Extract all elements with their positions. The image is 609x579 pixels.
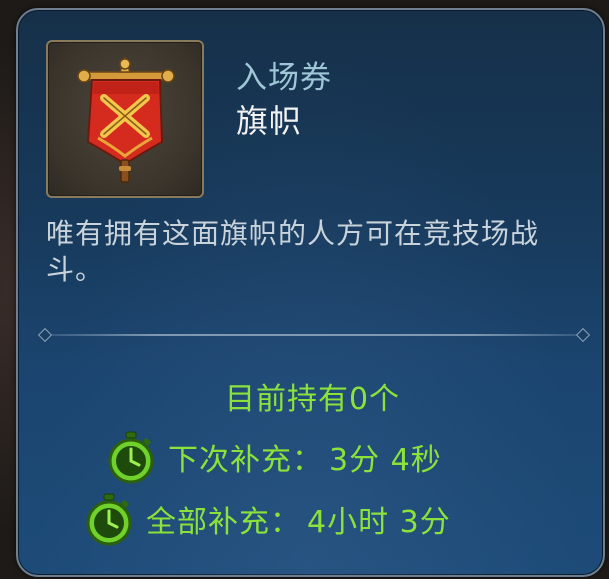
full-refill-value: 4小时 3分 — [307, 505, 451, 540]
stopwatch-icon — [108, 431, 154, 484]
full-refill-label: 全部补充： — [146, 505, 301, 540]
red-banner-crossed-swords-icon — [77, 55, 175, 183]
item-tooltip-panel: 入场券 旗帜 唯有拥有这面旗帜的人方可在竞技场战斗。 目前持有0个 下次补充： … — [16, 8, 605, 577]
stopwatch-icon — [86, 493, 132, 546]
next-refill-value: 3分 4秒 — [329, 443, 442, 478]
next-refill-row: 下次补充： 3分 4秒 — [106, 430, 442, 484]
full-refill-row: 全部补充： 4小时 3分 — [84, 492, 451, 546]
section-divider — [37, 327, 591, 343]
item-icon-frame — [46, 40, 204, 198]
item-type-label: 入场券 — [236, 60, 332, 96]
next-refill-label: 下次补充： — [168, 443, 323, 478]
holding-count: 目前持有0个 — [224, 382, 401, 417]
item-name: 旗帜 — [236, 102, 303, 140]
item-description: 唯有拥有这面旗帜的人方可在竞技场战斗。 — [46, 217, 540, 286]
